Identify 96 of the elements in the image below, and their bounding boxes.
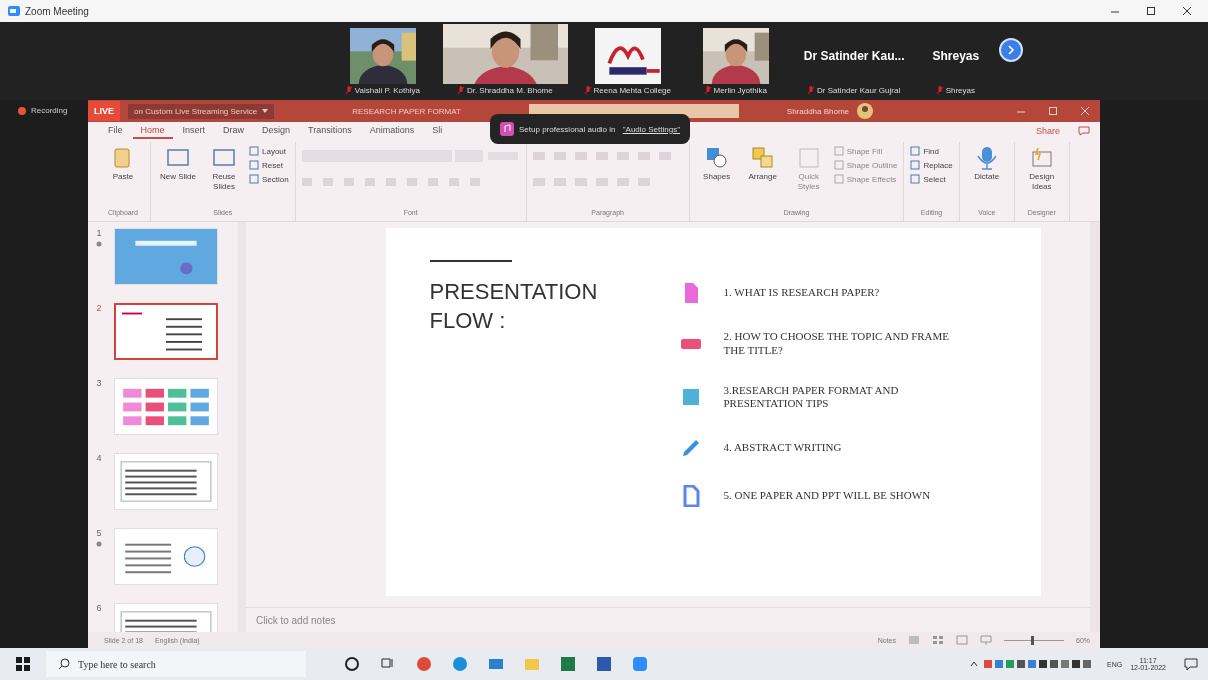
slide-number: 5	[96, 528, 102, 538]
slide-number: 6	[96, 603, 102, 613]
ribbon-tab[interactable]: Insert	[174, 123, 214, 139]
ribbon-button[interactable]: New Slide	[157, 146, 199, 182]
muted-mic-icon	[808, 85, 815, 95]
word-icon[interactable]	[596, 656, 612, 672]
agenda-item: 3.RESEARCH PAPER FORMAT AND PRESENTATION TIPS	[723, 383, 900, 411]
arrange-icon	[750, 146, 775, 170]
shapes-icon	[704, 146, 729, 170]
ribbon-button[interactable]: Select	[910, 174, 953, 184]
slide-number: 3	[96, 378, 102, 388]
zoom-icon[interactable]	[632, 656, 648, 672]
excel-icon[interactable]	[560, 656, 576, 672]
slide-number: 1	[96, 228, 102, 238]
slide-number: 2	[96, 303, 102, 313]
slide-number: 4	[96, 453, 102, 463]
close-icon[interactable]	[1182, 6, 1192, 16]
ribbon-button[interactable]: Design Ideas	[1020, 146, 1063, 192]
slide-sorter-icon[interactable]	[932, 635, 944, 645]
caret-icon	[262, 109, 269, 113]
avatar-icon[interactable]	[857, 103, 874, 119]
taskbar-search-field[interactable]: Type here to search	[46, 651, 306, 677]
maximize-icon[interactable]	[1146, 6, 1156, 16]
ribbon-tab[interactable]: File	[100, 123, 131, 139]
window-title: Zoom Meeting	[25, 5, 89, 17]
lightning-icon	[1029, 146, 1054, 170]
muted-mic-icon	[584, 85, 591, 95]
chevron-icon	[1006, 45, 1017, 55]
agenda-item: 2. HOW TO CHOOSE THE TOPIC AND FRAME THE TITLE?	[723, 330, 951, 358]
ribbon-button[interactable]: Dictate	[965, 146, 1008, 182]
ribbon-button[interactable]: Layout	[249, 146, 289, 156]
participant-name: Dr. Shraddha M. Bhome	[466, 85, 553, 95]
ribbon-tab[interactable]: Animations	[361, 123, 423, 139]
ribbon-button[interactable]: Shapes	[695, 146, 738, 182]
participant-title: Shreyas	[932, 49, 980, 63]
participant-name: Reena Mehta College	[593, 85, 671, 95]
recording-dot-icon	[18, 106, 26, 115]
chrome-icon[interactable]	[416, 656, 432, 672]
ribbon-tab[interactable]: Sli	[424, 123, 451, 139]
square-icon	[249, 174, 259, 184]
square-icon	[833, 146, 844, 156]
cortana-icon[interactable]	[344, 656, 360, 672]
muted-mic-icon	[936, 85, 943, 95]
microphone-icon	[974, 146, 999, 170]
participant-name: Shreyas	[945, 85, 975, 95]
ribbon-button[interactable]: Replace	[910, 160, 953, 170]
slideshow-icon[interactable]	[980, 635, 992, 645]
ribbon-button[interactable]: Arrange	[741, 146, 784, 182]
share-button[interactable]: Share	[1029, 125, 1066, 137]
audio-icon	[500, 122, 514, 136]
zoom-slider-thumb[interactable]	[1031, 635, 1034, 645]
participant-name: Merlin Jyothika	[713, 85, 767, 95]
notification-icon[interactable]	[1184, 657, 1198, 671]
square-icon	[249, 146, 259, 156]
comment-icon[interactable]	[1078, 126, 1090, 136]
ribbon-button[interactable]: Find	[910, 146, 953, 156]
ribbon-tab[interactable]: Design	[254, 123, 299, 139]
recording-label: Recording	[31, 106, 68, 115]
ribbon-button[interactable]: Paste	[102, 146, 144, 182]
tooltip-text: Setup professional audio in	[519, 124, 617, 134]
ribbon-button[interactable]: Reuse Slides	[203, 146, 245, 192]
square-icon	[910, 174, 921, 184]
slide-thumbnail[interactable]	[114, 303, 218, 360]
square-icon	[833, 174, 844, 184]
muted-mic-icon	[457, 85, 464, 95]
start-icon[interactable]	[16, 657, 30, 671]
reading-view-icon[interactable]	[956, 635, 968, 645]
live-badge: LIVE	[88, 101, 120, 121]
ribbon-button[interactable]: Reset	[249, 160, 289, 170]
agenda-item: 4. ABSTRACT WRITING	[723, 441, 843, 455]
muted-mic-icon	[704, 85, 711, 95]
ribbon-button[interactable]: Section	[249, 174, 289, 184]
search-icon	[58, 658, 70, 670]
zoom-logo-icon	[8, 6, 20, 16]
participant-title: Dr Satinder Kau...	[803, 49, 905, 63]
user-name: Shraddha Bhome	[786, 106, 850, 116]
participant-name: Vaishali P. Kothiya	[354, 85, 420, 95]
edge-icon[interactable]	[452, 656, 468, 672]
square-icon	[833, 160, 844, 170]
scrollbar[interactable]	[1090, 222, 1100, 632]
participant-name: Dr Satinder Kaur Gujral	[817, 85, 901, 95]
agenda-item: 1. WHAT IS RESEARCH PAPER?	[723, 286, 881, 300]
agenda-item: 5. ONE PAPER AND PPT WILL BE SHOWN	[723, 489, 932, 503]
square-icon	[910, 160, 921, 170]
ribbon-tab[interactable]: Transitions	[300, 123, 360, 139]
audio-settings-link[interactable]: "Audio Settings"	[622, 124, 680, 134]
ribbon-tab[interactable]: Home	[132, 123, 173, 139]
square-icon	[910, 146, 921, 156]
next-page-button[interactable]	[999, 38, 1024, 62]
streaming-menu[interactable]: on Custom Live Streaming Service	[128, 103, 275, 119]
mail-icon[interactable]	[488, 656, 504, 672]
muted-mic-icon	[345, 85, 352, 95]
square-icon	[249, 160, 259, 170]
document-title: RESEARCH PAPER FORMAT	[352, 106, 461, 116]
ribbon-tab[interactable]: Draw	[215, 123, 253, 139]
slide-title: PRESENTATION FLOW :	[429, 278, 599, 335]
